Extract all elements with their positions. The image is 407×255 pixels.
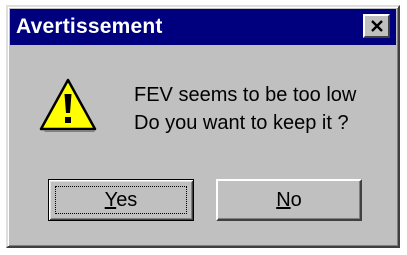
yes-mnemonic: Y: [104, 188, 117, 211]
yes-button[interactable]: Yes: [48, 179, 194, 221]
close-icon: [370, 20, 383, 32]
no-mnemonic: N: [276, 188, 291, 211]
yes-button-label: Yes: [105, 189, 138, 212]
title-bar[interactable]: Avertissement: [10, 9, 396, 45]
warning-dialog: Avertissement FEV seems to be too low Do…: [6, 5, 400, 248]
dialog-message: FEV seems to be too low Do you want to k…: [134, 81, 356, 137]
message-line-1: FEV seems to be too low: [134, 84, 357, 106]
no-button[interactable]: No: [216, 179, 362, 221]
yes-label-rest: es: [116, 188, 138, 211]
no-label-rest: o: [290, 188, 302, 211]
message-line-2: Do you want to keep it ?: [134, 112, 349, 134]
dialog-title: Avertissement: [16, 15, 163, 38]
warning-icon: [39, 78, 97, 132]
close-button[interactable]: [363, 14, 390, 38]
no-button-label: No: [276, 189, 302, 212]
